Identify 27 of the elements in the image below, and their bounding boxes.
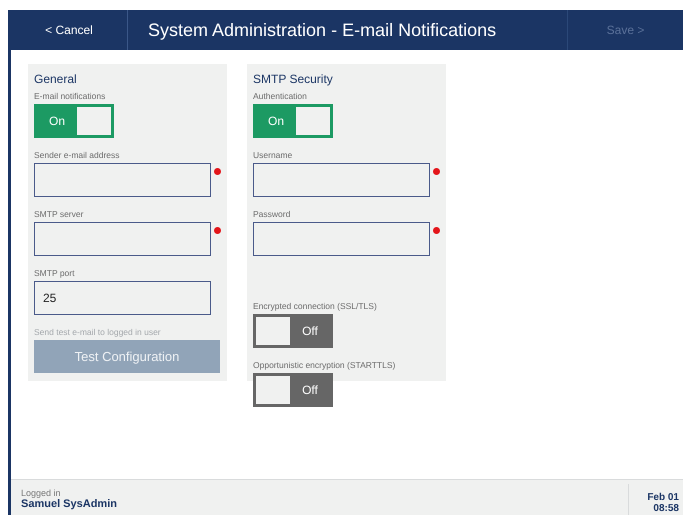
field-label: Encrypted connection (SSL/TLS) [253, 301, 377, 311]
field-label: SMTP server [34, 209, 84, 219]
toggle-switch[interactable]: Off [253, 373, 333, 407]
input-field[interactable] [253, 163, 430, 197]
input-field[interactable] [34, 222, 211, 256]
toggle-switch[interactable]: On [34, 104, 114, 138]
field-label: Username [253, 150, 292, 160]
input-field[interactable] [34, 163, 211, 197]
toggle-switch[interactable]: On [253, 104, 333, 138]
section-title: General [34, 72, 78, 86]
input-field[interactable]: 25 [34, 281, 211, 315]
cancel-button[interactable]: < Cancel [11, 10, 128, 50]
window-title: System Administration - E-mail Notifications [147, 18, 498, 42]
field-label: E-mail notifications [34, 91, 106, 101]
user-name: Samuel SysAdmin [21, 498, 117, 510]
hint-text: Send test e-mail to logged in user [34, 327, 161, 337]
toggle-switch[interactable]: Off [253, 314, 333, 348]
field-label: SMTP port [34, 268, 74, 278]
field-label: Opportunistic encryption (STARTTLS) [253, 360, 396, 370]
time-text: 08:58 [652, 503, 679, 514]
section-title: SMTP Security [253, 72, 334, 86]
login-label: Logged in [21, 488, 62, 498]
field-label: Sender e-mail address [34, 150, 120, 160]
field-label: Authentication [253, 91, 307, 101]
input-field[interactable] [253, 222, 430, 256]
date-text: Feb 01 [646, 492, 679, 503]
field-label: Password [253, 209, 290, 219]
